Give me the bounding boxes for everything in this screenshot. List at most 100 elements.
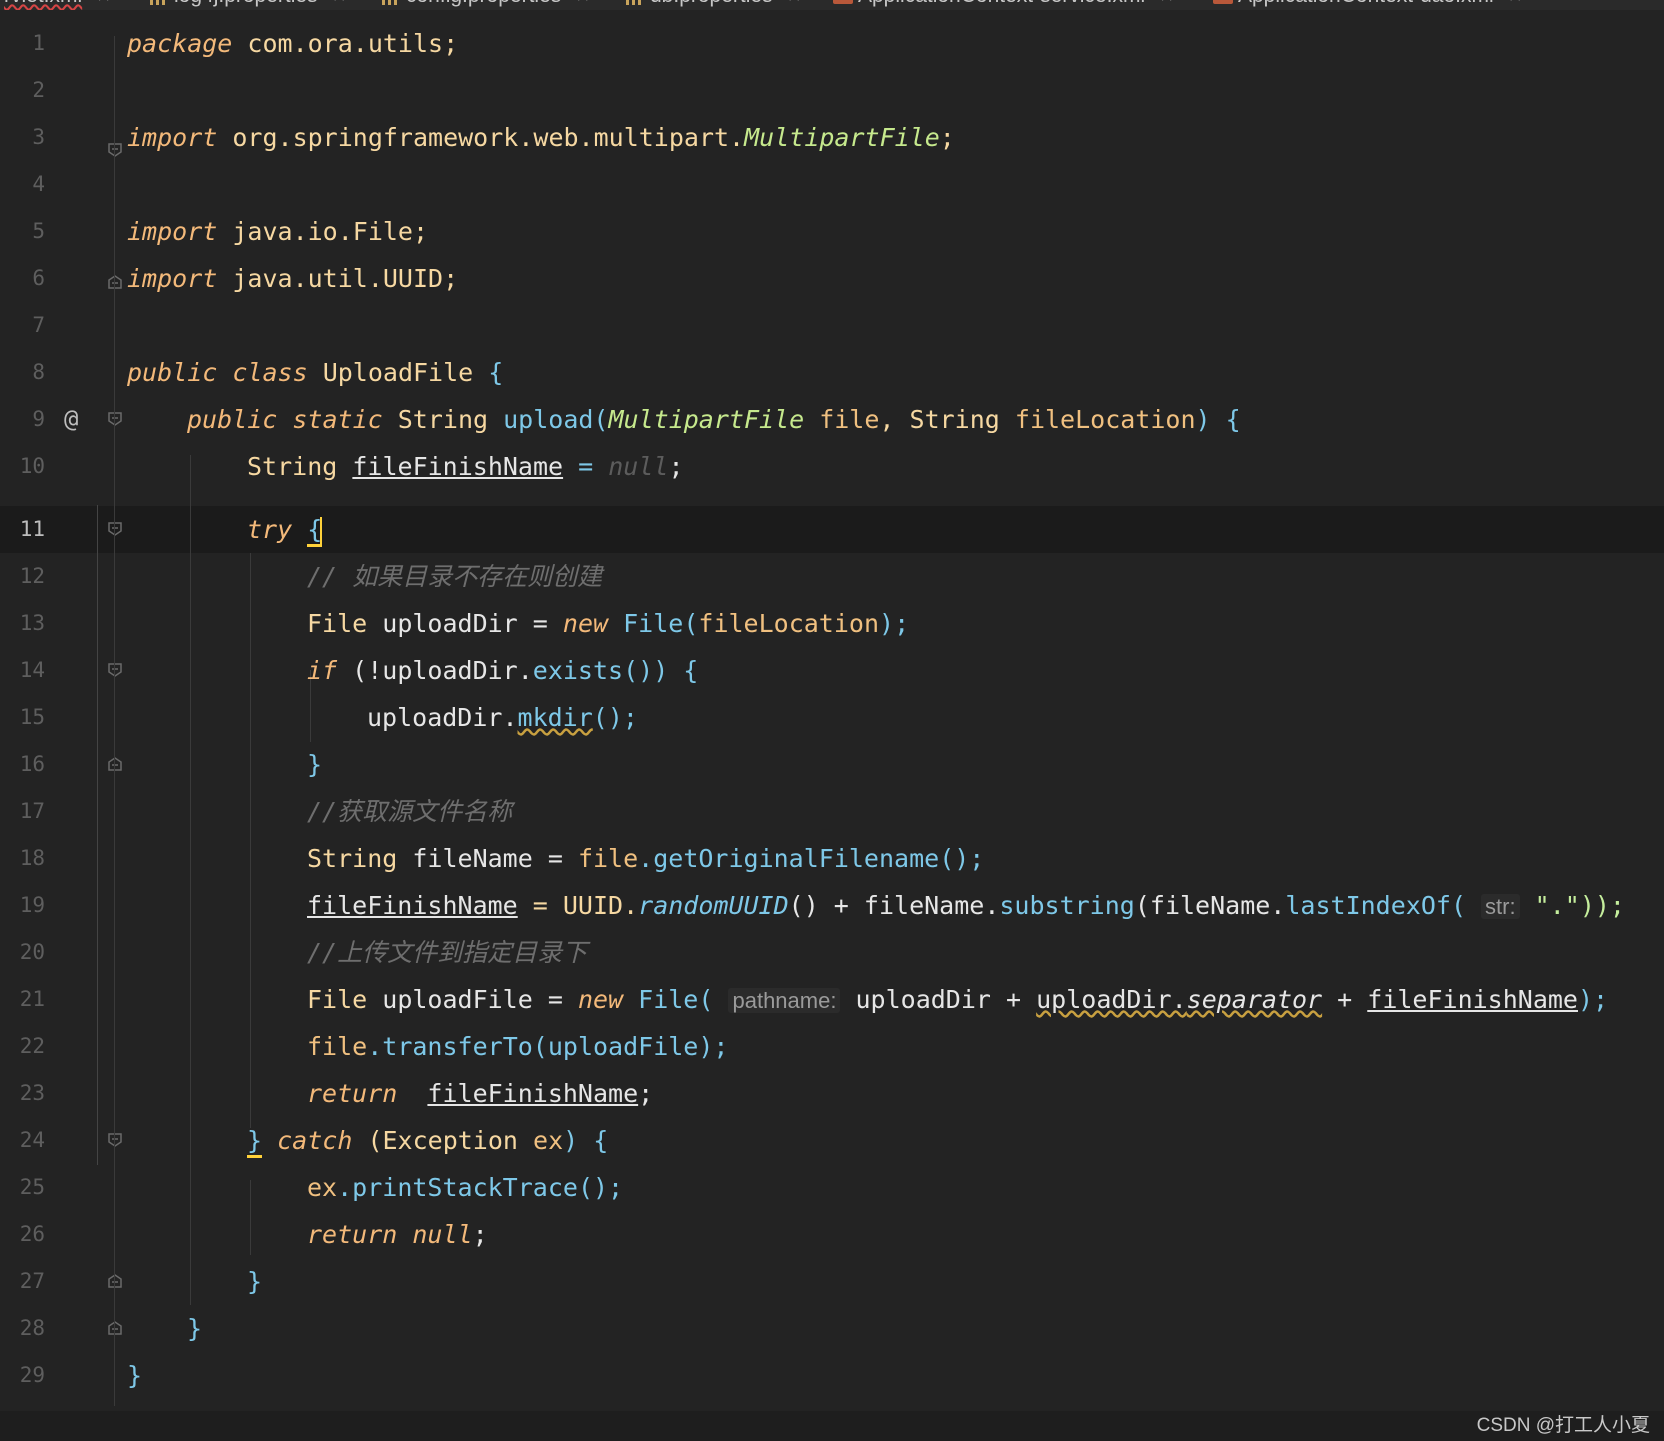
code-line-19: fileFinishName = UUID.randomUUID() + fil… — [307, 882, 1625, 929]
tab-db-properties[interactable]: db.properties ✕ — [624, 0, 802, 10]
properties-file-icon — [380, 0, 400, 5]
kw: new — [577, 985, 624, 1014]
tok: ); — [1577, 985, 1609, 1014]
editor-gutter[interactable]: 1 2 3 4 5 6 7 8 9 10 11 12 13 14 15 16 1… — [0, 10, 123, 1411]
line-number: 25 — [19, 1175, 45, 1199]
line-number: 23 — [19, 1081, 45, 1105]
tok: file — [804, 405, 880, 434]
tab-log4j-properties[interactable]: log4j.properties ✕ — [148, 0, 347, 10]
tok: } — [127, 1361, 143, 1390]
code-line-16: } — [307, 741, 322, 788]
tab-config-properties[interactable]: config.properties ✕ — [380, 0, 590, 10]
tok: ); — [879, 609, 910, 638]
tok: fileLocation — [698, 609, 880, 638]
code-line-27: } — [247, 1258, 262, 1305]
close-icon[interactable]: ✕ — [1159, 0, 1174, 7]
code-line-5: import java.io.File; — [127, 208, 428, 255]
kw: try — [247, 515, 293, 544]
tok: ( — [593, 405, 609, 434]
code-line-24: } catch (Exception ex) { — [247, 1117, 608, 1164]
fold-start-icon[interactable] — [107, 1132, 123, 1148]
spring-xml-icon — [832, 0, 853, 5]
tok — [292, 515, 307, 544]
tok: File — [307, 985, 383, 1014]
fold-start-icon[interactable] — [107, 662, 123, 678]
tok: File — [307, 609, 383, 638]
tok: ( — [683, 609, 699, 638]
editor-tab-bar: rvlet.xml ✕ log4j.properties ✕ config.pr… — [0, 0, 1664, 10]
kw: catch — [277, 1126, 353, 1155]
tok: fileFinishName — [1367, 985, 1578, 1014]
tok — [608, 609, 623, 638]
tok: File — [638, 985, 699, 1014]
fold-end-icon[interactable] — [107, 756, 123, 772]
line-number: 27 — [19, 1269, 45, 1293]
line-number: 17 — [19, 799, 45, 823]
close-icon[interactable]: ✕ — [96, 0, 111, 7]
line-number: 19 — [19, 893, 45, 917]
line-number: 4 — [32, 172, 45, 196]
tok: ; — [472, 1220, 488, 1249]
tok: ex — [533, 1126, 564, 1155]
tok: ( — [1450, 891, 1482, 920]
code-line-28: } — [187, 1305, 202, 1352]
close-icon[interactable]: ✕ — [1508, 0, 1523, 7]
tok: mkdir — [517, 703, 593, 732]
watermark: CSDN @打工人小夏 — [1476, 1415, 1650, 1436]
indent-guide — [250, 553, 251, 1128]
close-icon[interactable]: ✕ — [332, 0, 347, 7]
tok: ( — [698, 985, 729, 1014]
fold-end-icon[interactable] — [107, 274, 123, 290]
text-caret — [320, 517, 323, 545]
line-number: 18 — [19, 846, 45, 870]
spring-xml-icon — [1212, 0, 1233, 5]
tok: (); — [592, 703, 638, 732]
matched-brace: } — [247, 1126, 263, 1158]
tok: ) { — [1195, 405, 1241, 434]
kw: import — [127, 217, 218, 246]
fold-end-icon[interactable] — [107, 1273, 123, 1289]
tok: org.springframework.web.multipart. — [217, 123, 745, 152]
tok: + — [1322, 985, 1368, 1014]
tok: (Exception — [352, 1126, 534, 1155]
code-line-26: return null; — [307, 1211, 488, 1258]
tok: com.ora.utils; — [232, 29, 459, 58]
code-line-13: File uploadDir = new File(fileLocation); — [307, 600, 909, 647]
tab-applicationcontext-dao[interactable]: ApplicationContext-dao.xml ✕ — [1212, 0, 1523, 10]
tab-label: config.properties — [406, 0, 561, 8]
fold-start-icon[interactable] — [107, 521, 123, 537]
fold-start-icon[interactable] — [107, 142, 123, 158]
tok: (fileName. — [1134, 891, 1286, 920]
tok: ; — [638, 1079, 654, 1108]
tok: ; — [668, 452, 684, 481]
indent-guide — [97, 505, 98, 1165]
line-number: 24 — [19, 1128, 45, 1152]
close-icon[interactable]: ✕ — [787, 0, 802, 7]
tok: randomUUID — [638, 891, 789, 920]
tok: file — [307, 1032, 368, 1061]
line-number: 7 — [32, 313, 45, 337]
line-number: 9 — [32, 407, 45, 431]
line-number: 13 — [19, 611, 45, 635]
indent-guide — [190, 455, 191, 1305]
tok: uploadFile = — [382, 985, 578, 1014]
tok: ".")); — [1519, 891, 1625, 920]
properties-file-icon — [624, 0, 644, 5]
line-number: 16 — [19, 752, 45, 776]
kw: import — [127, 264, 218, 293]
indent-guide — [250, 1180, 251, 1255]
tok: fileFinishName — [307, 891, 518, 920]
tab-applicationcontext-service[interactable]: ApplicationContext-service.xml ✕ — [832, 0, 1174, 10]
tab-servlet-xml[interactable]: rvlet.xml ✕ — [4, 0, 111, 10]
tok: . — [638, 844, 654, 873]
tok — [277, 405, 292, 434]
kw: return — [307, 1220, 398, 1249]
tok: uploadDir + — [840, 985, 1037, 1014]
override-marker-icon[interactable]: @ — [64, 396, 78, 443]
fold-end-icon[interactable] — [107, 1320, 123, 1336]
close-icon[interactable]: ✕ — [575, 0, 590, 7]
line-number: 22 — [19, 1034, 45, 1058]
fold-start-icon[interactable] — [107, 411, 123, 427]
tok: fileFinishName — [352, 452, 564, 481]
kw: class — [232, 358, 308, 387]
